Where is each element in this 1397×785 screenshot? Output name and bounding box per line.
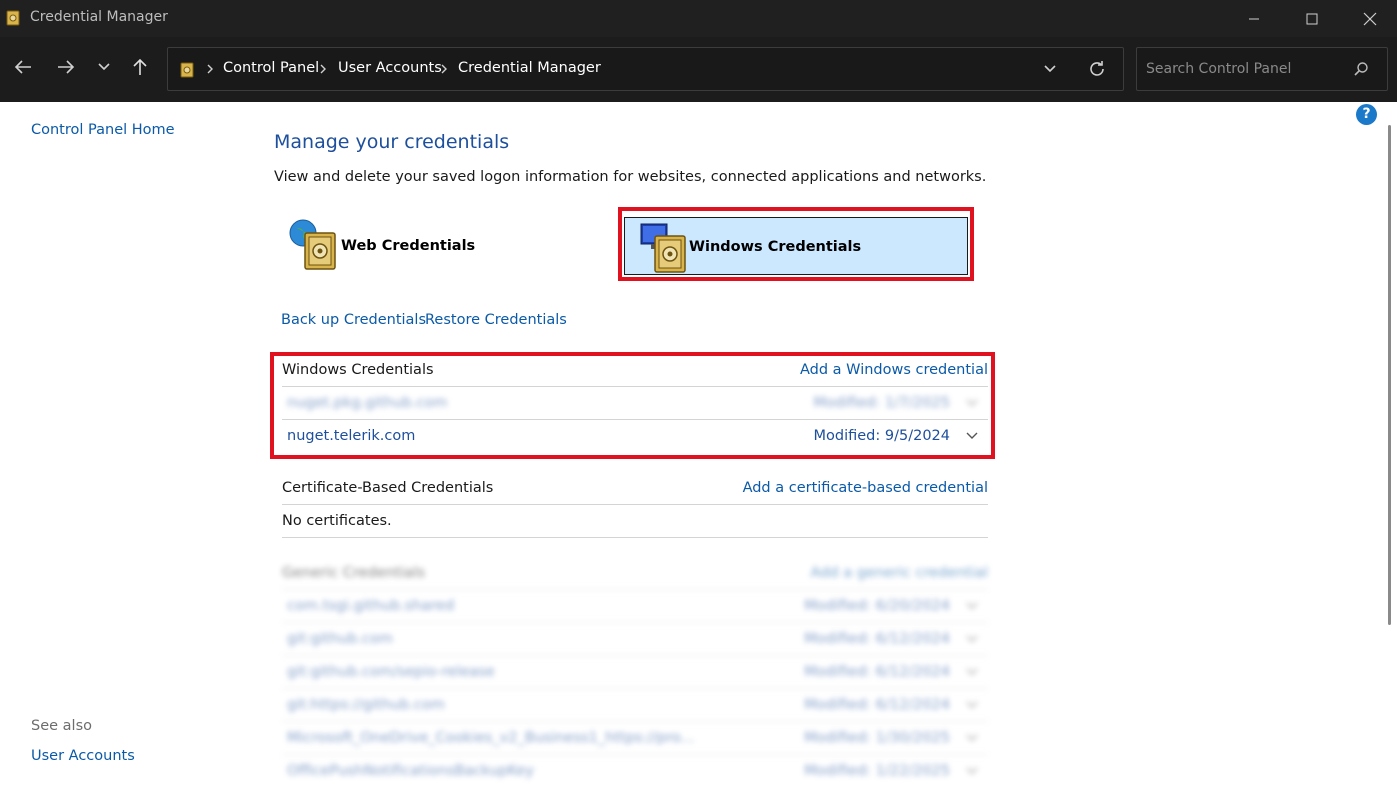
divider bbox=[282, 721, 988, 722]
page-title: Manage your credentials bbox=[274, 131, 510, 153]
divider bbox=[282, 622, 988, 623]
breadcrumb-separator-icon bbox=[320, 64, 326, 74]
breadcrumb-separator-icon bbox=[441, 64, 447, 74]
control-panel-icon bbox=[180, 62, 194, 78]
up-button[interactable] bbox=[125, 52, 155, 82]
navigation-bar: Control Panel User Accounts Credential M… bbox=[0, 37, 1397, 102]
restore-credentials-link[interactable]: Restore Credentials bbox=[425, 312, 567, 328]
breadcrumb-user-accounts[interactable]: User Accounts bbox=[338, 60, 442, 76]
credential-name[interactable]: git:github.com/sepio-release bbox=[287, 664, 495, 680]
maximize-button[interactable] bbox=[1283, 0, 1341, 37]
generic-credentials-header: Generic Credentials bbox=[282, 565, 426, 581]
close-button[interactable] bbox=[1341, 0, 1397, 37]
chevron-down-icon[interactable] bbox=[965, 765, 979, 777]
chevron-down-icon bbox=[98, 63, 110, 71]
credential-name[interactable]: git:https://github.com bbox=[287, 697, 445, 713]
credential-modified: Modified: 6/12/2024 bbox=[804, 664, 950, 680]
chevron-down-icon[interactable] bbox=[965, 732, 979, 744]
chevron-down-icon[interactable] bbox=[965, 633, 979, 645]
forward-button[interactable] bbox=[51, 52, 81, 82]
arrow-up-icon bbox=[133, 58, 147, 75]
breadcrumb-control-panel[interactable]: Control Panel bbox=[223, 60, 319, 76]
divider bbox=[282, 504, 988, 505]
divider bbox=[282, 655, 988, 656]
highlight-box-tile bbox=[618, 207, 974, 281]
web-credentials-icon bbox=[289, 219, 336, 270]
highlight-box-windows-credentials bbox=[270, 352, 995, 459]
credential-name[interactable]: com.tsgi.github.shared bbox=[287, 598, 454, 614]
credential-modified: Modified: 1/30/2025 bbox=[804, 730, 950, 746]
help-icon[interactable]: ? bbox=[1356, 104, 1377, 125]
divider bbox=[282, 589, 988, 590]
maximize-icon bbox=[1306, 13, 1318, 24]
credential-name[interactable]: Microsoft_OneDrive_Cookies_v2_Business1_… bbox=[287, 730, 694, 746]
chevron-down-icon[interactable] bbox=[965, 666, 979, 678]
scrollbar[interactable] bbox=[1388, 125, 1391, 625]
credential-name[interactable]: OfficePushNotificationsBackupKey bbox=[287, 763, 534, 779]
add-certificate-credential-link[interactable]: Add a certificate-based credential bbox=[743, 480, 988, 496]
address-bar[interactable]: Control Panel User Accounts Credential M… bbox=[167, 47, 1124, 91]
web-credentials-label: Web Credentials bbox=[341, 238, 476, 254]
web-credentials-tile[interactable]: Web Credentials bbox=[287, 217, 587, 275]
add-generic-credential-link[interactable]: Add a generic credential bbox=[811, 565, 988, 581]
credential-name[interactable]: git:github.com bbox=[287, 631, 393, 647]
credential-modified: Modified: 1/22/2025 bbox=[804, 763, 950, 779]
minimize-button[interactable] bbox=[1225, 0, 1283, 37]
minimize-icon bbox=[1249, 18, 1259, 19]
credential-modified: Modified: 6/12/2024 bbox=[804, 697, 950, 713]
credential-manager-icon bbox=[6, 10, 20, 26]
arrow-right-icon bbox=[58, 60, 75, 74]
arrow-left-icon bbox=[14, 60, 31, 74]
divider bbox=[282, 537, 988, 538]
divider bbox=[282, 688, 988, 689]
divider bbox=[282, 754, 988, 755]
no-certificates-text: No certificates. bbox=[282, 513, 392, 529]
refresh-icon[interactable] bbox=[1087, 59, 1107, 79]
chevron-down-icon[interactable] bbox=[965, 600, 979, 612]
breadcrumb-credential-manager[interactable]: Credential Manager bbox=[458, 60, 601, 76]
page-description: View and delete your saved logon informa… bbox=[274, 169, 987, 185]
user-accounts-link[interactable]: User Accounts bbox=[31, 748, 135, 764]
credential-modified: Modified: 6/12/2024 bbox=[804, 631, 950, 647]
search-box[interactable]: Search Control Panel bbox=[1136, 47, 1388, 91]
search-placeholder: Search Control Panel bbox=[1146, 61, 1292, 77]
breadcrumb-separator-icon bbox=[207, 64, 213, 74]
see-also-label: See also bbox=[31, 718, 92, 734]
certificate-credentials-header: Certificate-Based Credentials bbox=[282, 480, 494, 496]
backup-credentials-link[interactable]: Back up Credentials bbox=[281, 312, 426, 328]
search-icon[interactable] bbox=[1353, 61, 1369, 77]
window-title: Credential Manager bbox=[30, 9, 168, 25]
control-panel-home-link[interactable]: Control Panel Home bbox=[31, 122, 175, 138]
credential-modified: Modified: 6/20/2024 bbox=[804, 598, 950, 614]
recent-locations-button[interactable] bbox=[89, 52, 119, 82]
title-bar: Credential Manager bbox=[0, 0, 1397, 37]
back-button[interactable] bbox=[8, 52, 38, 82]
chevron-down-icon[interactable] bbox=[965, 699, 979, 711]
close-icon bbox=[1363, 12, 1377, 25]
address-dropdown-icon[interactable] bbox=[1043, 62, 1057, 76]
